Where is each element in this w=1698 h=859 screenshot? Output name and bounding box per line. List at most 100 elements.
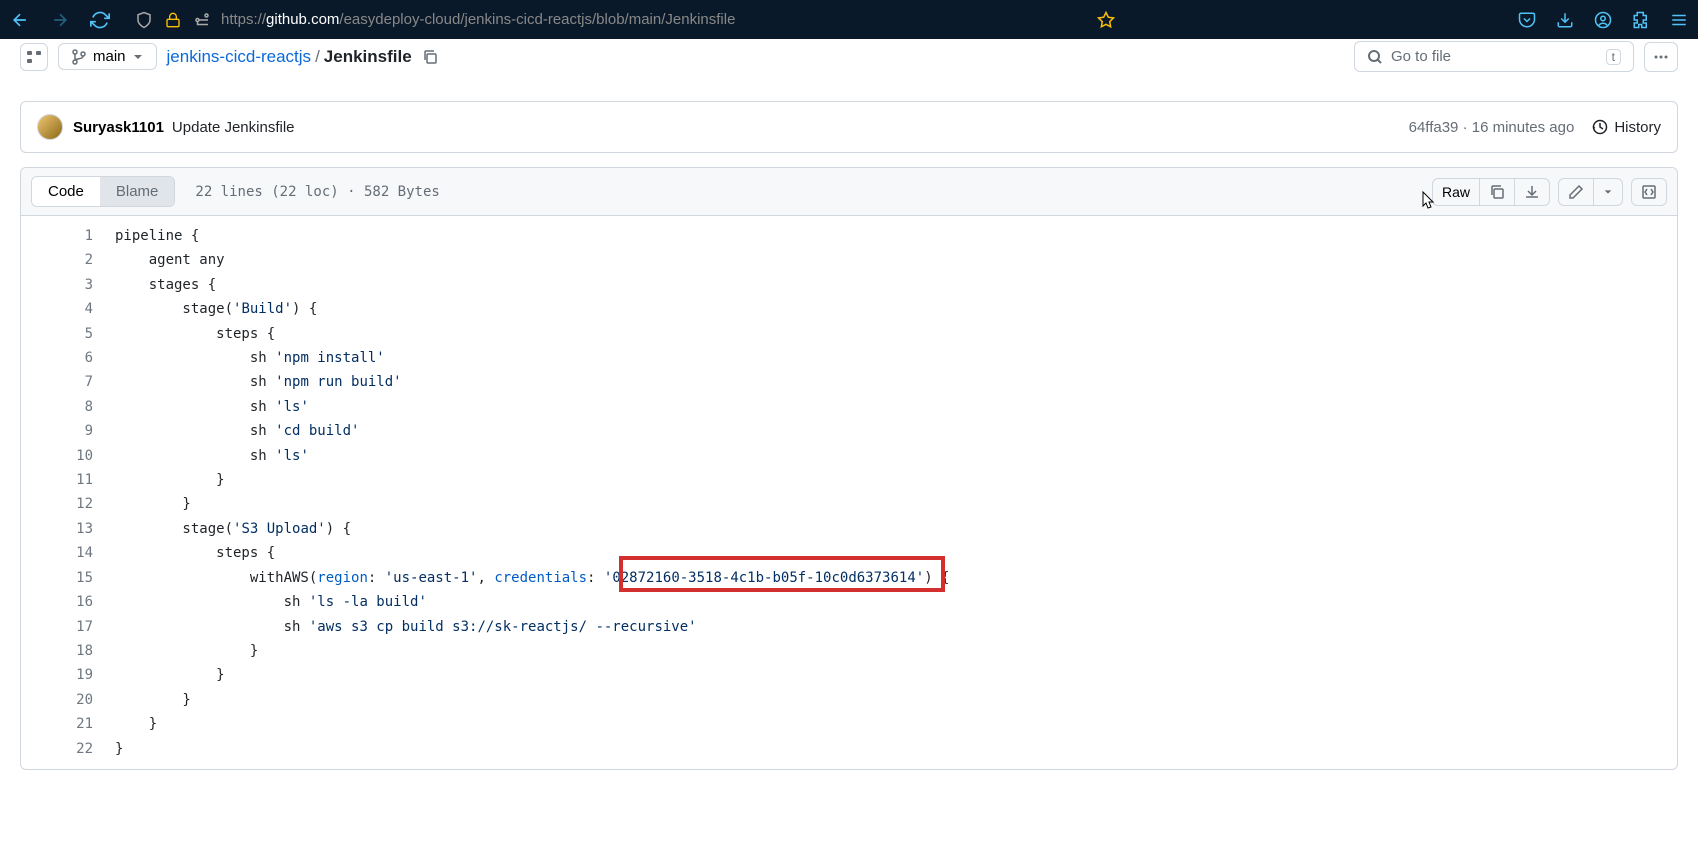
line-number[interactable]: 5 bbox=[21, 322, 115, 346]
line-content[interactable]: steps { bbox=[115, 541, 1677, 565]
go-to-file-input[interactable]: Go to file t bbox=[1354, 41, 1634, 72]
code-line[interactable]: 22} bbox=[21, 737, 1677, 761]
commit-author[interactable]: Suryask1101 bbox=[73, 119, 164, 136]
line-content[interactable]: } bbox=[115, 712, 1677, 736]
line-content[interactable]: stage('Build') { bbox=[115, 297, 1677, 321]
line-number[interactable]: 4 bbox=[21, 297, 115, 321]
code-line[interactable]: 13 stage('S3 Upload') { bbox=[21, 517, 1677, 541]
commit-meta[interactable]: 64ffa39 · 16 minutes ago bbox=[1409, 119, 1575, 136]
edit-dropdown-icon[interactable] bbox=[1594, 179, 1622, 205]
permissions-icon[interactable] bbox=[193, 11, 211, 29]
url-bar[interactable]: https://github.com/easydeploy-cloud/jenk… bbox=[125, 11, 1125, 29]
code-line[interactable]: 19 } bbox=[21, 663, 1677, 687]
code-line[interactable]: 14 steps { bbox=[21, 541, 1677, 565]
code-line[interactable]: 17 sh 'aws s3 cp build s3://sk-reactjs/ … bbox=[21, 615, 1677, 639]
symbols-icon[interactable] bbox=[1631, 178, 1667, 206]
reload-button[interactable] bbox=[90, 10, 110, 30]
line-content[interactable]: withAWS(region: 'us-east-1', credentials… bbox=[115, 566, 1677, 590]
line-number[interactable]: 19 bbox=[21, 663, 115, 687]
history-link[interactable]: History bbox=[1592, 119, 1661, 136]
line-content[interactable]: sh 'ls -la build' bbox=[115, 590, 1677, 614]
code-line[interactable]: 11 } bbox=[21, 468, 1677, 492]
code-line[interactable]: 2 agent any bbox=[21, 248, 1677, 272]
code-line[interactable]: 20 } bbox=[21, 688, 1677, 712]
line-number[interactable]: 17 bbox=[21, 615, 115, 639]
line-content[interactable]: sh 'cd build' bbox=[115, 419, 1677, 443]
tab-blame[interactable]: Blame bbox=[100, 177, 175, 206]
code-line[interactable]: 5 steps { bbox=[21, 322, 1677, 346]
line-content[interactable]: sh 'ls' bbox=[115, 444, 1677, 468]
extensions-icon[interactable] bbox=[1632, 11, 1650, 29]
line-number[interactable]: 3 bbox=[21, 273, 115, 297]
edit-icon[interactable] bbox=[1559, 179, 1594, 205]
bookmark-star-icon[interactable] bbox=[1097, 11, 1115, 29]
shield-icon[interactable] bbox=[135, 11, 153, 29]
line-content[interactable]: stage('S3 Upload') { bbox=[115, 517, 1677, 541]
account-icon[interactable] bbox=[1594, 11, 1612, 29]
line-content[interactable]: sh 'npm run build' bbox=[115, 370, 1677, 394]
latest-commit-bar: Suryask1101 Update Jenkinsfile 64ffa39 ·… bbox=[20, 101, 1678, 153]
code-line[interactable]: 12 } bbox=[21, 492, 1677, 516]
code-line[interactable]: 9 sh 'cd build' bbox=[21, 419, 1677, 443]
line-number[interactable]: 21 bbox=[21, 712, 115, 736]
code-line[interactable]: 21 } bbox=[21, 712, 1677, 736]
code-line[interactable]: 6 sh 'npm install' bbox=[21, 346, 1677, 370]
avatar[interactable] bbox=[37, 114, 63, 140]
line-number[interactable]: 7 bbox=[21, 370, 115, 394]
code-line[interactable]: 15 withAWS(region: 'us-east-1', credenti… bbox=[21, 566, 1677, 590]
line-content[interactable]: pipeline { bbox=[115, 224, 1677, 248]
line-number[interactable]: 8 bbox=[21, 395, 115, 419]
line-content[interactable]: agent any bbox=[115, 248, 1677, 272]
line-content[interactable]: } bbox=[115, 639, 1677, 663]
line-number[interactable]: 16 bbox=[21, 590, 115, 614]
line-number[interactable]: 14 bbox=[21, 541, 115, 565]
line-content[interactable]: } bbox=[115, 737, 1677, 761]
more-options-button[interactable] bbox=[1644, 42, 1678, 72]
line-content[interactable]: sh 'npm install' bbox=[115, 346, 1677, 370]
code-line[interactable]: 7 sh 'npm run build' bbox=[21, 370, 1677, 394]
code-line[interactable]: 3 stages { bbox=[21, 273, 1677, 297]
line-number[interactable]: 15 bbox=[21, 566, 115, 590]
line-number[interactable]: 6 bbox=[21, 346, 115, 370]
download-icon[interactable] bbox=[1515, 179, 1549, 205]
commit-message[interactable]: Update Jenkinsfile bbox=[172, 119, 295, 136]
menu-icon[interactable] bbox=[1670, 11, 1688, 29]
line-number[interactable]: 18 bbox=[21, 639, 115, 663]
copy-path-icon[interactable] bbox=[422, 49, 438, 65]
line-number[interactable]: 11 bbox=[21, 468, 115, 492]
code-line[interactable]: 8 sh 'ls' bbox=[21, 395, 1677, 419]
code-line[interactable]: 18 } bbox=[21, 639, 1677, 663]
code-line[interactable]: 10 sh 'ls' bbox=[21, 444, 1677, 468]
line-number[interactable]: 13 bbox=[21, 517, 115, 541]
lock-icon[interactable] bbox=[165, 12, 181, 28]
code-body[interactable]: 1pipeline {2 agent any3 stages {4 stage(… bbox=[21, 216, 1677, 769]
raw-button[interactable]: Raw bbox=[1433, 179, 1480, 205]
code-line[interactable]: 1pipeline { bbox=[21, 224, 1677, 248]
back-button[interactable] bbox=[10, 10, 30, 30]
line-content[interactable]: } bbox=[115, 492, 1677, 516]
line-number[interactable]: 20 bbox=[21, 688, 115, 712]
line-number[interactable]: 10 bbox=[21, 444, 115, 468]
line-content[interactable]: sh 'aws s3 cp build s3://sk-reactjs/ --r… bbox=[115, 615, 1677, 639]
line-content[interactable]: } bbox=[115, 663, 1677, 687]
tab-code[interactable]: Code bbox=[32, 177, 100, 206]
branch-selector[interactable]: main bbox=[58, 43, 157, 70]
line-content[interactable]: } bbox=[115, 468, 1677, 492]
line-content[interactable]: stages { bbox=[115, 273, 1677, 297]
line-number[interactable]: 22 bbox=[21, 737, 115, 761]
forward-button[interactable] bbox=[50, 10, 70, 30]
code-line[interactable]: 4 stage('Build') { bbox=[21, 297, 1677, 321]
line-content[interactable]: sh 'ls' bbox=[115, 395, 1677, 419]
line-number[interactable]: 9 bbox=[21, 419, 115, 443]
line-number[interactable]: 1 bbox=[21, 224, 115, 248]
line-number[interactable]: 12 bbox=[21, 492, 115, 516]
downloads-icon[interactable] bbox=[1556, 11, 1574, 29]
file-tree-icon[interactable] bbox=[20, 43, 48, 71]
code-line[interactable]: 16 sh 'ls -la build' bbox=[21, 590, 1677, 614]
line-content[interactable]: } bbox=[115, 688, 1677, 712]
line-number[interactable]: 2 bbox=[21, 248, 115, 272]
pocket-icon[interactable] bbox=[1518, 11, 1536, 29]
line-content[interactable]: steps { bbox=[115, 322, 1677, 346]
breadcrumb-repo[interactable]: jenkins-cicd-reactjs bbox=[167, 47, 312, 67]
copy-icon[interactable] bbox=[1480, 179, 1515, 205]
